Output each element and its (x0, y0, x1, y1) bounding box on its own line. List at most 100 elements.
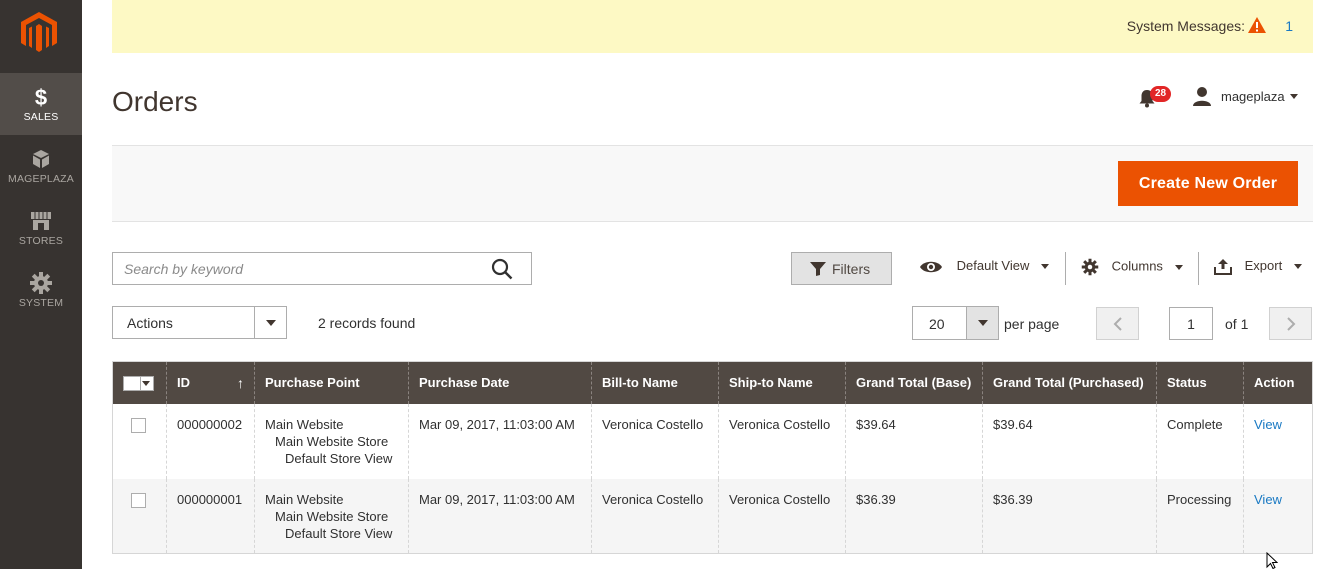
column-header-purchase-date[interactable]: Purchase Date (408, 361, 592, 404)
mass-select-checkbox[interactable] (123, 375, 154, 391)
grand-total-purchased: $39.64 (982, 403, 1157, 479)
row-checkbox[interactable] (131, 492, 146, 508)
system-messages-label: System Messages: (1126, 18, 1245, 34)
chevron-down-icon (266, 320, 276, 326)
table-row: 000000001 Main Website Main Website Stor… (112, 478, 1313, 554)
records-found: 2 records found (318, 315, 416, 331)
filter-icon (810, 262, 826, 276)
export-icon (1214, 258, 1232, 275)
divider (1198, 252, 1199, 285)
gear-icon (1081, 258, 1099, 276)
chevron-down-icon (1041, 264, 1049, 270)
order-status: Processing (1156, 478, 1244, 554)
chevron-down-icon (1174, 264, 1183, 270)
eye-icon (920, 261, 942, 272)
table-row: 000000002 Main Website Main Website Stor… (112, 403, 1313, 479)
per-page-select[interactable]: 20 (912, 306, 999, 340)
view-order-link[interactable]: View (1254, 492, 1282, 507)
column-header-status[interactable]: Status (1156, 361, 1244, 404)
column-header-grand-total-purchased[interactable]: Grand Total (Purchased) (982, 361, 1157, 404)
filters-label: Filters (832, 261, 871, 277)
nav-label: SYSTEM (18, 297, 64, 309)
divider (1065, 252, 1066, 285)
row-select-cell (112, 478, 167, 554)
column-header-ship-to-name[interactable]: Ship-to Name (718, 361, 846, 404)
admin-sidebar: $ SALES MAGEPLAZA STORES SYSTEM (0, 0, 82, 569)
column-header-grand-total-base[interactable]: Grand Total (Base) (845, 361, 983, 404)
dollar-icon: $ (35, 85, 47, 109)
user-account-name[interactable]: mageplaza (1221, 89, 1285, 104)
row-checkbox[interactable] (131, 417, 146, 433)
purchase-point-store: Main Website Store (275, 433, 389, 449)
action-cell: View (1243, 403, 1313, 479)
mass-actions-toggle[interactable] (254, 307, 286, 338)
mass-actions-label: Actions (127, 315, 173, 331)
purchase-point-view: Default Store View (285, 450, 393, 466)
column-header-id[interactable]: ID ↑ (166, 361, 255, 404)
magento-logo[interactable] (19, 10, 59, 54)
nav-label: SALES (23, 111, 59, 123)
page-actions-bar: Create New Order (112, 145, 1313, 222)
chevron-down-icon (1293, 264, 1302, 270)
box-icon (33, 150, 49, 168)
view-order-link[interactable]: View (1254, 417, 1282, 432)
search-input[interactable] (113, 253, 483, 284)
purchase-point: Main Website Main Website Store Default … (254, 403, 409, 479)
filters-button[interactable]: Filters (791, 252, 892, 285)
per-page-toggle[interactable] (966, 307, 998, 339)
chevron-down-icon[interactable] (1290, 94, 1298, 99)
page-title: Orders (112, 86, 198, 117)
columns-label: Columns (1111, 258, 1163, 274)
purchase-date: Mar 09, 2017, 11:03:00 AM (408, 403, 592, 479)
bill-to-name: Veronica Costello (591, 478, 719, 554)
purchase-point-store: Main Website Store (275, 508, 389, 524)
mouse-cursor-icon (1266, 552, 1278, 569)
order-status: Complete (1156, 403, 1244, 479)
previous-page-button[interactable] (1096, 307, 1139, 340)
search-icon[interactable] (491, 258, 513, 280)
system-messages-bar: System Messages: 1 (112, 0, 1313, 53)
purchase-date: Mar 09, 2017, 11:03:00 AM (408, 478, 592, 554)
search-box (112, 252, 532, 285)
create-new-order-button[interactable]: Create New Order (1118, 161, 1298, 206)
user-icon[interactable] (1192, 86, 1212, 106)
grand-total-purchased: $36.39 (982, 478, 1157, 554)
notification-count-badge[interactable]: 28 (1150, 86, 1172, 102)
page-total-label: of 1 (1225, 316, 1249, 332)
order-id: 000000001 (166, 478, 255, 554)
default-view-dropdown[interactable]: Default View (919, 258, 1049, 280)
warning-icon[interactable] (1247, 16, 1267, 34)
purchase-point: Main Website Main Website Store Default … (254, 478, 409, 554)
bill-to-name: Veronica Costello (591, 403, 719, 479)
chevron-left-icon (1113, 317, 1122, 331)
export-dropdown[interactable]: Export (1214, 258, 1302, 280)
purchase-point-view: Default Store View (285, 525, 393, 541)
mass-actions-select[interactable]: Actions (112, 306, 287, 339)
export-label: Export (1244, 258, 1283, 273)
grand-total-base: $36.39 (845, 478, 983, 554)
grid-header-row: ID ↑ Purchase Point Purchase Date Bill-to… (112, 361, 1313, 404)
nav-item-mageplaza[interactable]: MAGEPLAZA (0, 135, 82, 197)
nav-item-stores[interactable]: STORES (0, 197, 82, 259)
svg-text:$: $ (35, 85, 47, 109)
column-label: ID (177, 374, 190, 390)
order-id: 000000002 (166, 403, 255, 479)
next-page-button[interactable] (1269, 307, 1312, 340)
nav-label: MAGEPLAZA (8, 173, 74, 185)
sort-arrow-icon: ↑ (237, 374, 244, 391)
column-header-purchase-point[interactable]: Purchase Point (254, 361, 409, 404)
nav-label: STORES (18, 235, 64, 247)
columns-dropdown[interactable]: Columns (1081, 258, 1183, 280)
ship-to-name: Veronica Costello (718, 403, 846, 479)
chevron-down-icon (142, 380, 150, 386)
row-select-cell (112, 403, 167, 479)
mass-select-header[interactable] (112, 361, 167, 404)
page-number-input[interactable] (1169, 307, 1213, 340)
purchase-point-website: Main Website (265, 491, 344, 507)
default-view-label: Default View (956, 258, 1030, 273)
nav-item-system[interactable]: SYSTEM (0, 259, 82, 321)
nav-item-sales[interactable]: $ SALES (0, 73, 82, 135)
system-messages-count[interactable]: 1 (1285, 18, 1293, 34)
ship-to-name: Veronica Costello (718, 478, 846, 554)
column-header-bill-to-name[interactable]: Bill-to Name (591, 361, 719, 404)
